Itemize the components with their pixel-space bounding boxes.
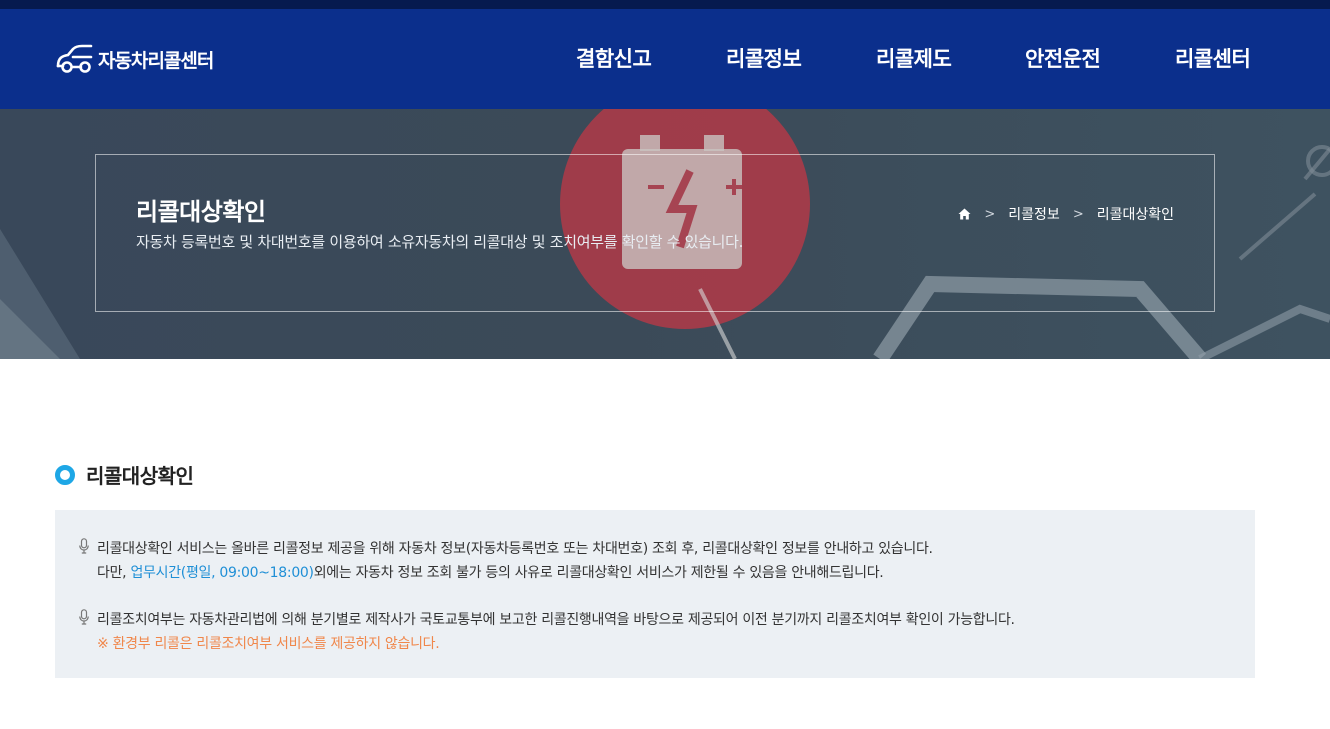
hero-title-box: 리콜대상확인 자동차 등록번호 및 차대번호를 이용하여 소유자동차의 리콜대상…: [95, 154, 1215, 312]
page-description: 자동차 등록번호 및 차대번호를 이용하여 소유자동차의 리콜대상 및 조치여부…: [136, 233, 744, 251]
section-heading: 리콜대상확인: [55, 460, 194, 489]
menu-safe-driving[interactable]: 안전운전: [1025, 43, 1101, 73]
global-nav: 자동차리콜센터 결함신고 리콜정보 리콜제도 안전운전 리콜센터: [0, 9, 1330, 109]
page-title: 리콜대상확인: [136, 198, 266, 226]
menu-defect-report[interactable]: 결함신고: [576, 43, 652, 73]
chevron-right-icon: >: [984, 206, 996, 222]
home-icon[interactable]: [958, 208, 971, 220]
breadcrumb-current: 리콜대상확인: [1096, 207, 1174, 223]
microphone-icon: [79, 538, 89, 554]
circle-bullet-icon: [55, 464, 75, 485]
notice-item-2-line-1: 리콜조치여부는 자동차관리법에 의해 분기별로 제작사가 국토교통부에 보고한 …: [97, 612, 1015, 628]
notice-item-1-line-2: 다만, 업무시간(평일, 09:00~18:00)외에는 자동차 정보 조회 불…: [97, 562, 884, 582]
business-hours-highlight: 업무시간(평일, 09:00~18:00): [130, 565, 314, 581]
notice-item-1-line-1: 리콜대상확인 서비스는 올바른 리콜정보 제공을 위해 자동차 정보(자동차등록…: [97, 541, 933, 557]
menu-recall-system[interactable]: 리콜제도: [876, 43, 952, 73]
microphone-icon: [79, 609, 89, 625]
top-strip: [0, 0, 1330, 9]
notice-box: 리콜대상확인 서비스는 올바른 리콜정보 제공을 위해 자동차 정보(자동차등록…: [55, 510, 1255, 678]
menu-recall-center[interactable]: 리콜센터: [1175, 43, 1251, 73]
section-title: 리콜대상확인: [86, 464, 194, 488]
notice-item-2-note: ※ 환경부 리콜은 리콜조치여부 서비스를 제공하지 않습니다.: [97, 636, 440, 652]
hero-banner: 리콜대상확인 자동차 등록번호 및 차대번호를 이용하여 소유자동차의 리콜대상…: [0, 109, 1330, 359]
chevron-right-icon: >: [1072, 206, 1084, 222]
main-menu: 결함신고 리콜정보 리콜제도 안전운전 리콜센터: [0, 9, 1330, 109]
breadcrumb: > 리콜정보 > 리콜대상확인: [958, 204, 1174, 224]
notice-text: 다만,: [97, 565, 131, 581]
breadcrumb-recall-info[interactable]: 리콜정보: [1008, 204, 1060, 224]
notice-text: 외에는 자동차 정보 조회 불가 등의 사유로 리콜대상확인 서비스가 제한될 …: [313, 565, 884, 581]
menu-recall-info[interactable]: 리콜정보: [726, 43, 802, 73]
